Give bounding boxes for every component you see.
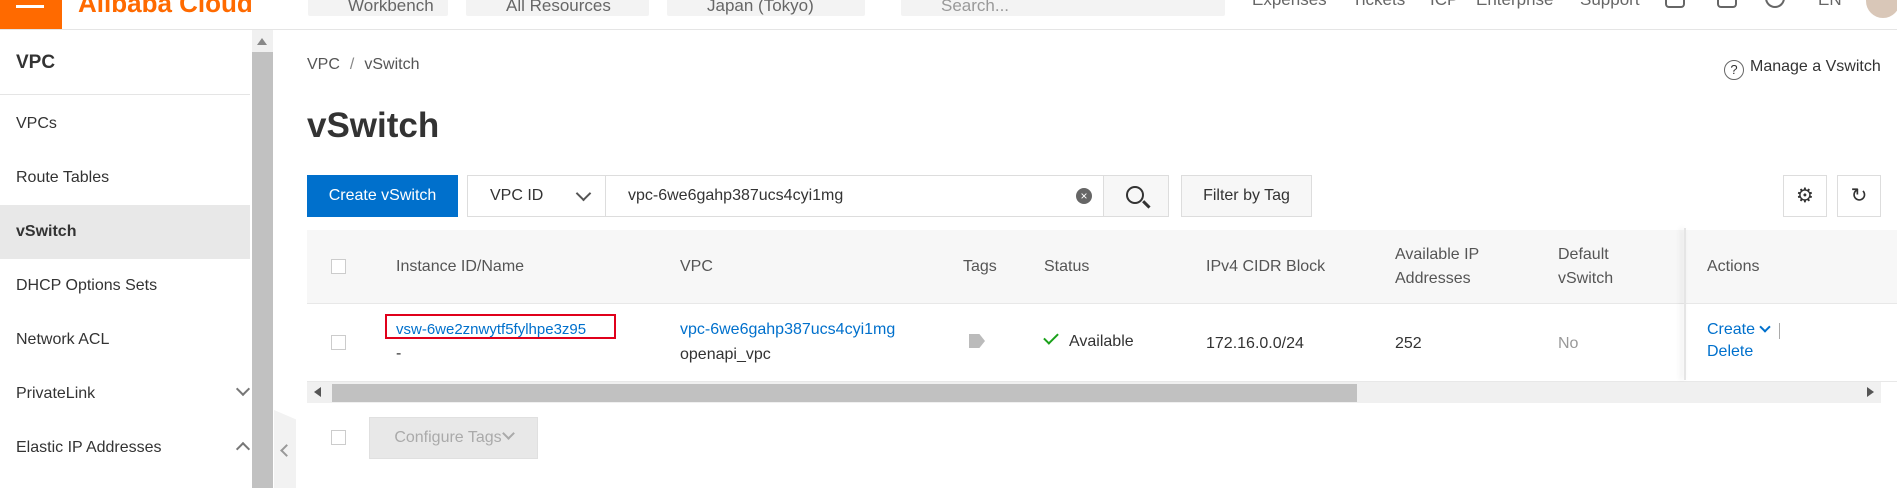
region-selector[interactable]: Japan (Tokyo)	[667, 0, 865, 16]
header-available-ip-addresses: Available IP Addresses	[1395, 243, 1479, 291]
sidebar-item-elastic-ip-addresses[interactable]: Elastic IP Addresses	[0, 421, 251, 475]
refresh-icon: ↻	[1850, 185, 1868, 207]
page-title: vSwitch	[307, 106, 440, 145]
refresh-button[interactable]: ↻	[1837, 175, 1881, 217]
chevron-down-icon	[575, 185, 592, 202]
expenses-link[interactable]: Expenses	[1252, 0, 1327, 10]
filter-by-tag-button[interactable]: Filter by Tag	[1181, 175, 1312, 217]
menu-icon[interactable]	[0, 0, 62, 29]
sidebar-item-vpcs[interactable]: VPCs	[0, 97, 250, 151]
breadcrumb-current: vSwitch	[364, 56, 420, 73]
gear-icon: ⚙	[1796, 185, 1814, 207]
check-icon	[1043, 329, 1059, 345]
chevron-down-icon	[1759, 321, 1771, 333]
sidebar-item-label: PrivateLink	[16, 385, 96, 402]
available-ip-count: 252	[1395, 335, 1422, 352]
chevron-up-icon	[235, 441, 251, 457]
scroll-right-arrow-icon[interactable]	[1867, 387, 1874, 397]
breadcrumb-vpc[interactable]: VPC	[307, 56, 340, 73]
notifications-icon[interactable]	[1717, 0, 1737, 8]
header-text-line: vSwitch	[1558, 270, 1614, 287]
sidebar-collapse-button[interactable]	[274, 410, 296, 488]
filter-field-select[interactable]: VPC ID	[467, 175, 606, 217]
sidebar-title: VPC	[16, 52, 56, 73]
support-link[interactable]: Support	[1580, 0, 1640, 10]
status-badge: Available	[1043, 329, 1134, 354]
clear-icon[interactable]: ×	[1076, 188, 1092, 204]
sidebar-item-privatelink[interactable]: PrivateLink	[0, 367, 251, 421]
header-vpc: VPC	[680, 258, 713, 275]
vswitch-name: -	[396, 345, 402, 362]
default-vswitch-value: No	[1558, 335, 1579, 352]
vpc-name: openapi_vpc	[680, 346, 771, 363]
row-checkbox[interactable]	[331, 335, 346, 350]
sidebar-item-vswitch[interactable]: vSwitch	[0, 205, 250, 259]
select-all-checkbox[interactable]	[331, 259, 346, 274]
configure-tags-button[interactable]: Configure Tags	[369, 417, 538, 459]
breadcrumb: VPC / vSwitch	[307, 56, 419, 74]
sidebar-item-label: Elastic IP Addresses	[16, 439, 162, 456]
chevron-down-icon	[501, 427, 515, 440]
manage-vswitch-link[interactable]: ? Manage a Vswitch	[1724, 58, 1881, 80]
question-circle-icon: ?	[1724, 60, 1744, 80]
manage-vswitch-label: Manage a Vswitch	[1750, 58, 1881, 75]
create-action-label: Create	[1707, 321, 1756, 338]
search-icon	[1126, 186, 1144, 204]
sidebar-item-network-acl[interactable]: Network ACL	[0, 313, 250, 367]
breadcrumb-separator: /	[349, 56, 355, 73]
settings-button[interactable]: ⚙	[1783, 175, 1827, 217]
table-header: Instance ID/Name VPC Tags Status IPv4 CI…	[307, 230, 1897, 304]
create-vswitch-button[interactable]: Create vSwitch	[307, 175, 458, 217]
sidebar-item-route-tables[interactable]: Route Tables	[0, 151, 250, 205]
global-search-input[interactable]: Search...	[901, 0, 1225, 16]
help-icon[interactable]	[1765, 0, 1785, 8]
header-text-line: Available IP	[1395, 246, 1480, 263]
workbench-button[interactable]: Workbench	[308, 0, 448, 16]
table-scrollbar-thumb[interactable]	[332, 384, 1357, 402]
configure-tags-label: Configure Tags	[394, 429, 502, 446]
all-resources-button[interactable]: All Resources	[466, 0, 649, 16]
top-bar: Alibaba Cloud Workbench All Resources Ja…	[0, 0, 1897, 30]
status-text: Available	[1069, 333, 1134, 350]
footer-select-all-checkbox[interactable]	[331, 430, 346, 445]
chevron-left-icon	[280, 444, 293, 457]
tickets-link[interactable]: Tickets	[1352, 0, 1405, 10]
sidebar-item-dhcp-options-sets[interactable]: DHCP Options Sets	[0, 259, 250, 313]
icp-link[interactable]: ICP	[1430, 0, 1458, 10]
header-status: Status	[1044, 258, 1090, 275]
header-instance-id-name: Instance ID/Name	[396, 258, 525, 275]
header-actions: Actions	[1707, 258, 1760, 275]
fixed-column-shadow	[1684, 228, 1686, 380]
search-button[interactable]	[1103, 175, 1169, 217]
alibaba-cloud-logo[interactable]: Alibaba Cloud	[78, 0, 253, 19]
sidebar: VPC VPCs Route Tables vSwitch DHCP Optio…	[0, 30, 251, 488]
vswitch-table: Instance ID/Name VPC Tags Status IPv4 CI…	[307, 230, 1897, 382]
header-text-line: Default	[1558, 246, 1609, 263]
avatar[interactable]	[1866, 0, 1897, 18]
search-input[interactable]	[605, 175, 1104, 217]
delete-action-link[interactable]: Delete	[1707, 340, 1753, 364]
scroll-left-arrow-icon[interactable]	[314, 387, 321, 397]
messages-icon[interactable]	[1665, 0, 1685, 8]
filter-field-value: VPC ID	[490, 187, 544, 204]
sidebar-scrollbar-thumb[interactable]	[252, 52, 273, 488]
scroll-up-arrow-icon[interactable]	[257, 38, 267, 45]
create-action-dropdown[interactable]: Create	[1707, 318, 1771, 342]
highlight-box	[385, 314, 616, 339]
cidr-block: 172.16.0.0/24	[1206, 335, 1304, 352]
enterprise-link[interactable]: Enterprise	[1476, 0, 1553, 10]
header-default-vswitch: Default vSwitch	[1558, 243, 1613, 291]
vpc-id-link[interactable]: vpc-6we6gahp387ucs4cyi1mg	[680, 318, 895, 342]
chevron-down-icon	[235, 381, 251, 397]
sidebar-divider	[0, 94, 250, 95]
header-tags: Tags	[963, 258, 997, 275]
action-divider	[1779, 323, 1780, 339]
header-text-line: Addresses	[1395, 270, 1471, 287]
language-selector[interactable]: EN	[1818, 0, 1842, 10]
header-ipv4-cidr-block: IPv4 CIDR Block	[1206, 258, 1326, 275]
